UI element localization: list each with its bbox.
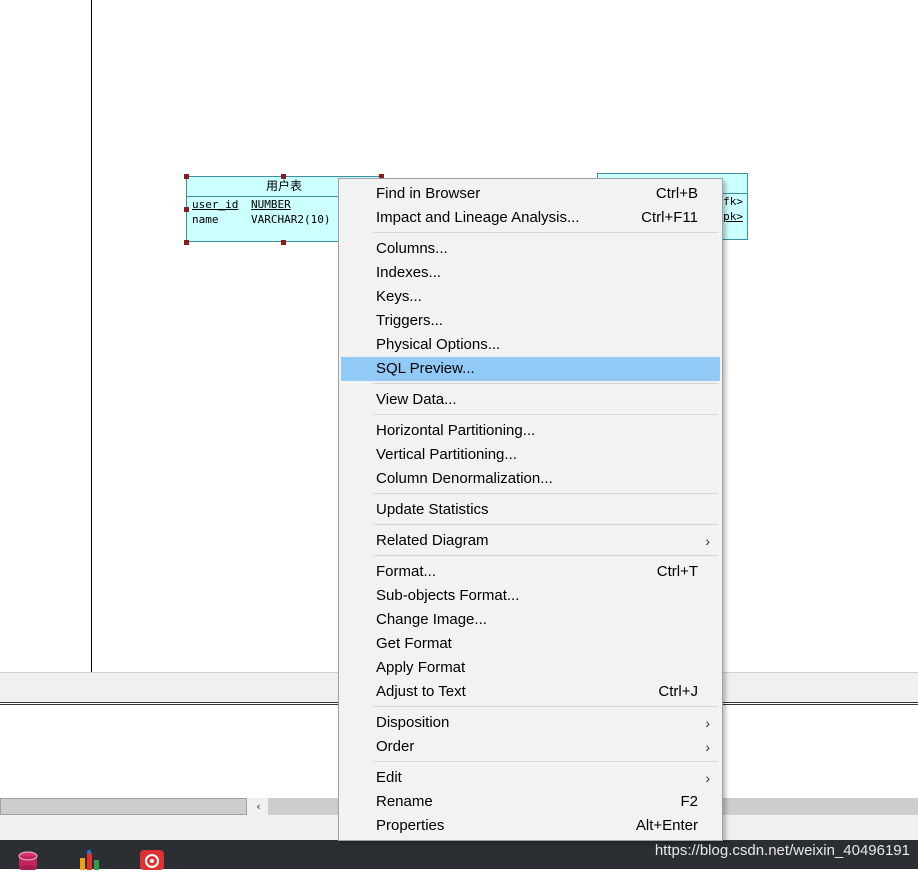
menu-item-label: Properties — [376, 817, 445, 834]
menu-item-triggers[interactable]: Triggers... — [341, 309, 720, 333]
menu-separator — [373, 493, 718, 494]
watermark-text: https://blog.csdn.net/weixin_40496191 — [654, 842, 910, 859]
menu-item-label: Get Format — [376, 635, 452, 652]
menu-item-rename[interactable]: Rename F2 — [341, 790, 720, 814]
column-name: name — [192, 213, 219, 226]
menu-item-label: Indexes... — [376, 264, 442, 281]
menu-item-shortcut: Ctrl+B — [655, 185, 698, 202]
menu-separator — [373, 414, 718, 415]
menu-item-sql-preview[interactable]: SQL Preview... — [341, 357, 720, 381]
submenu-arrow-icon: › — [705, 533, 710, 549]
column-type: VARCHAR2(10) — [251, 213, 331, 226]
menu-separator — [373, 706, 718, 707]
menu-item-label: Adjust to Text — [376, 683, 466, 700]
menu-item-impact-lineage[interactable]: Impact and Lineage Analysis... Ctrl+F11 — [341, 206, 720, 230]
menu-item-get-format[interactable]: Get Format — [341, 632, 720, 656]
menu-item-shortcut: Ctrl+F11 — [641, 209, 698, 226]
menu-item-label: Impact and Lineage Analysis... — [376, 209, 580, 226]
submenu-arrow-icon: › — [705, 770, 710, 786]
menu-item-keys[interactable]: Keys... — [341, 285, 720, 309]
menu-item-sub-objects-format[interactable]: Sub-objects Format... — [341, 584, 720, 608]
menu-separator — [373, 761, 718, 762]
menu-item-label: Horizontal Partitioning... — [376, 422, 536, 439]
menu-item-vertical-partitioning[interactable]: Vertical Partitioning... — [341, 443, 720, 467]
menu-item-change-image[interactable]: Change Image... — [341, 608, 720, 632]
diagram-border-line — [91, 0, 92, 672]
primary-key-marker: pk> — [723, 210, 743, 223]
menu-item-apply-format[interactable]: Apply Format — [341, 656, 720, 680]
selection-handle[interactable] — [184, 240, 189, 245]
menu-item-label: Triggers... — [376, 312, 443, 329]
menu-item-label: Related Diagram — [376, 532, 489, 549]
menu-item-column-denormalization[interactable]: Column Denormalization... — [341, 467, 720, 491]
menu-item-label: Columns... — [376, 240, 448, 257]
selection-handle[interactable] — [184, 207, 189, 212]
context-menu: Find in Browser Ctrl+B Impact and Lineag… — [338, 178, 723, 841]
menu-item-label: Keys... — [376, 288, 422, 305]
menu-item-edit[interactable]: Edit › — [341, 766, 720, 790]
menu-item-shortcut: Alt+Enter — [635, 817, 698, 834]
menu-item-columns[interactable]: Columns... — [341, 237, 720, 261]
menu-item-label: Vertical Partitioning... — [376, 446, 517, 463]
menu-item-label: Find in Browser — [376, 185, 481, 202]
menu-item-horizontal-partitioning[interactable]: Horizontal Partitioning... — [341, 419, 720, 443]
database-app-icon[interactable] — [16, 850, 40, 871]
table-row[interactable]: name VARCHAR2(10) — [192, 213, 330, 227]
menu-item-label: Sub-objects Format... — [376, 587, 520, 604]
menu-item-label: Apply Format — [376, 659, 466, 676]
menu-item-label: Edit — [376, 769, 402, 786]
menu-item-shortcut: F2 — [680, 793, 698, 810]
submenu-arrow-icon: › — [705, 739, 710, 755]
menu-item-label: Change Image... — [376, 611, 487, 628]
menu-item-disposition[interactable]: Disposition › — [341, 711, 720, 735]
menu-item-label: SQL Preview... — [376, 360, 475, 377]
menu-item-indexes[interactable]: Indexes... — [341, 261, 720, 285]
menu-item-label: Update Statistics — [376, 501, 489, 518]
menu-item-shortcut: Ctrl+T — [656, 563, 698, 580]
chart-app-icon[interactable] — [78, 850, 102, 870]
menu-item-label: Column Denormalization... — [376, 470, 553, 487]
menu-item-related-diagram[interactable]: Related Diagram › — [341, 529, 720, 553]
menu-item-shortcut: Ctrl+J — [658, 683, 698, 700]
scrollbar-thumb[interactable] — [0, 798, 247, 815]
selection-handle[interactable] — [184, 174, 189, 179]
menu-item-physical-options[interactable]: Physical Options... — [341, 333, 720, 357]
selection-handle[interactable] — [281, 240, 286, 245]
menu-separator — [373, 232, 718, 233]
scroll-left-button[interactable]: ‹ — [250, 798, 267, 815]
column-type: NUMBER — [251, 198, 291, 211]
menu-item-order[interactable]: Order › — [341, 735, 720, 759]
menu-item-label: View Data... — [376, 391, 457, 408]
menu-item-view-data[interactable]: View Data... — [341, 388, 720, 412]
menu-item-format[interactable]: Format... Ctrl+T — [341, 560, 720, 584]
menu-item-properties[interactable]: Properties Alt+Enter — [341, 814, 720, 838]
menu-separator — [373, 524, 718, 525]
menu-item-adjust-to-text[interactable]: Adjust to Text Ctrl+J — [341, 680, 720, 704]
menu-item-label: Rename — [376, 793, 433, 810]
menu-separator — [373, 383, 718, 384]
table-row[interactable]: user_id NUMBER — [192, 198, 291, 212]
menu-item-label: Format... — [376, 563, 437, 580]
menu-item-label: Order — [376, 738, 415, 755]
selection-handle[interactable] — [281, 174, 286, 179]
menu-item-label: Disposition — [376, 714, 450, 731]
submenu-arrow-icon: › — [705, 715, 710, 731]
menu-separator — [373, 555, 718, 556]
menu-item-find-in-browser[interactable]: Find in Browser Ctrl+B — [341, 182, 720, 206]
column-name: user_id — [192, 198, 239, 211]
foreign-key-marker: fk> — [723, 195, 743, 208]
netease-music-icon[interactable] — [140, 850, 164, 870]
menu-item-label: Physical Options... — [376, 336, 501, 353]
menu-item-update-statistics[interactable]: Update Statistics — [341, 498, 720, 522]
